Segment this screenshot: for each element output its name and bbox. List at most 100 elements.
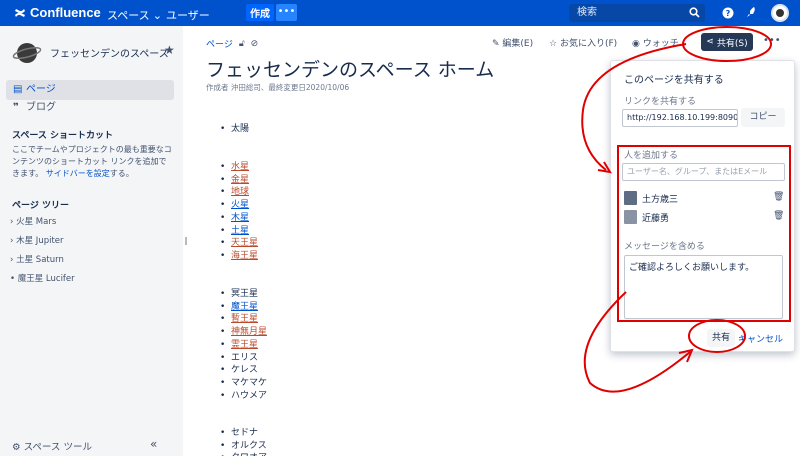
chevron-right-icon[interactable]: › <box>10 217 13 227</box>
favorite-button[interactable]: ☆ お気に入り(F) <box>549 36 617 49</box>
page-link[interactable]: 神無月星 <box>231 327 267 337</box>
chevron-right-icon[interactable]: › <box>10 255 13 265</box>
tree-item-label: 火星 Mars <box>16 217 57 227</box>
message-textarea[interactable]: ご確認よろしくお願いします。 <box>624 255 783 319</box>
spaces-menu[interactable]: スペース ⌄ <box>107 7 162 23</box>
share-link-field[interactable]: http://192.168.10.199:8090 <box>622 109 738 127</box>
page-link[interactable]: 霊王星 <box>231 340 258 350</box>
list-item: オルクス <box>220 440 267 453</box>
list-item[interactable]: 霊王星 <box>220 339 267 352</box>
sidebar-item-pages[interactable]: ▤ ページ <box>6 80 174 100</box>
svg-text:?: ? <box>726 9 731 18</box>
create-button[interactable]: 作成 <box>246 4 274 21</box>
planet-list-2: 水星金星地球火星木星土星天王星海王星 <box>220 161 258 263</box>
list-item: セドナ <box>220 427 267 440</box>
trash-icon[interactable]: 🗑︎ <box>773 211 784 221</box>
share-button[interactable]: ⋖ 共有(S) <box>701 33 753 51</box>
list-item[interactable]: 火星 <box>220 199 258 212</box>
copy-button[interactable]: コピー <box>741 108 785 127</box>
list-item[interactable]: 土星 <box>220 225 258 238</box>
page-link[interactable]: 土星 <box>231 226 249 236</box>
planet-list-1: 太陽 <box>220 123 249 136</box>
page-link[interactable]: 地球 <box>231 187 249 197</box>
list-item-text: セドナ <box>231 428 259 438</box>
help-icon[interactable]: ? <box>720 5 736 21</box>
list-item-text: ケレス <box>231 365 258 376</box>
list-item-text: オルクス <box>231 440 267 451</box>
page-link[interactable]: 暫王星 <box>231 314 258 324</box>
list-item[interactable]: 天王星 <box>220 237 258 250</box>
page-link[interactable]: 木星 <box>231 213 249 223</box>
space-tools-label: スペース ツール <box>23 442 92 453</box>
list-item[interactable]: 水星 <box>220 161 258 174</box>
avatar <box>624 191 637 205</box>
collapse-sidebar-icon[interactable]: « <box>150 437 157 451</box>
chevron-right-icon[interactable]: › <box>10 236 13 246</box>
cancel-button[interactable]: キャンセル <box>738 332 783 345</box>
message-label: メッセージを含める <box>624 242 705 252</box>
list-item: ハウメア <box>220 390 267 403</box>
create-more-button[interactable]: ••• <box>276 4 297 21</box>
list-item[interactable]: 暫王星 <box>220 313 267 326</box>
attachment-icon[interactable]: ⊘ <box>251 39 259 49</box>
top-navigation-bar: Confluence スペース ⌄ ユーザー 作成 ••• 検索 ? <box>0 0 800 26</box>
list-item[interactable]: 海王星 <box>220 250 258 263</box>
confluence-logo[interactable]: Confluence <box>14 5 101 20</box>
page-link[interactable]: 金星 <box>231 175 249 185</box>
tree-item-jupiter[interactable]: › 木星 Jupiter <box>10 234 64 246</box>
sidebar-item-label: ページ <box>26 84 56 95</box>
search-input[interactable]: 検索 <box>569 4 705 22</box>
tree-item-saturn[interactable]: › 土星 Saturn <box>10 253 64 265</box>
pencil-icon: ✎ <box>492 39 500 49</box>
page-link[interactable]: 水星 <box>231 162 249 172</box>
list-item[interactable]: 魔王星 <box>220 301 267 314</box>
star-icon[interactable]: ★ <box>164 43 175 57</box>
page-link[interactable]: 海王星 <box>231 251 258 261</box>
trash-icon[interactable]: 🗑︎ <box>773 192 784 202</box>
people-link[interactable]: ユーザー <box>166 7 210 23</box>
unlock-icon[interactable]: 🔓︎ <box>239 39 245 49</box>
tree-item-mars[interactable]: › 火星 Mars <box>10 215 56 227</box>
list-item[interactable]: 神無月星 <box>220 326 267 339</box>
watch-button[interactable]: ◉ ウォッチ <box>632 36 679 49</box>
add-people-input[interactable]: ユーザー名、グループ、またはEメール <box>622 163 785 181</box>
list-item[interactable]: 金星 <box>220 174 258 187</box>
spaces-menu-label: スペース <box>107 10 150 22</box>
quote-icon: ❞ <box>13 102 19 113</box>
edit-button[interactable]: ✎ 編集(E) <box>492 36 533 49</box>
list-item: 太陽 <box>220 123 249 136</box>
page-title: フェッセンデンのスペース ホーム <box>206 59 495 81</box>
rocket-notifications-icon[interactable] <box>743 5 759 21</box>
share-submit-button[interactable]: 共有 <box>707 329 735 347</box>
person-name: 土方歳三 <box>642 194 679 205</box>
space-logo-icon[interactable] <box>12 38 42 68</box>
app-name: Confluence <box>30 5 101 20</box>
sidebar-resize-handle[interactable]: ‖ <box>184 236 188 245</box>
configure-sidebar-link[interactable]: サイドバーを設定 <box>46 169 110 178</box>
more-actions-button[interactable]: ••• <box>763 35 781 46</box>
confluence-logo-icon <box>15 8 25 17</box>
sidebar-item-blog[interactable]: ❞ ブログ <box>6 98 174 118</box>
shared-person: 土方歳三 <box>624 191 678 205</box>
breadcrumb-pages-link[interactable]: ページ <box>206 37 233 50</box>
tree-item-label: 魔王星 Lucifer <box>17 274 75 284</box>
bullet-icon: • <box>10 274 16 284</box>
page-byline: 作成者 沖田総司、最終変更日2020/10/06 <box>206 83 350 92</box>
list-item-text: 冥王星 <box>231 289 259 299</box>
list-item[interactable]: 木星 <box>220 212 258 225</box>
page-link[interactable]: 火星 <box>231 200 249 210</box>
page-link[interactable]: 魔王星 <box>231 302 258 312</box>
space-name[interactable]: フェッセンデンのスペース <box>50 45 169 60</box>
shared-person: 近藤勇 <box>624 210 669 224</box>
tree-item-label: 木星 Jupiter <box>16 236 64 246</box>
favorite-label: お気に入り(F) <box>559 39 618 49</box>
page-link[interactable]: 天王星 <box>231 238 258 248</box>
shortcuts-tail: する。 <box>109 169 134 178</box>
page-tree-heading: ページ ツリー <box>12 201 69 211</box>
tree-item-lucifer[interactable]: • 魔王星 Lucifer <box>10 272 75 284</box>
avatar <box>624 210 637 224</box>
list-item[interactable]: 地球 <box>220 186 258 199</box>
planet-list-3: 冥王星魔王星暫王星神無月星霊王星エリスケレスマケマケハウメア <box>220 288 267 402</box>
space-tools-button[interactable]: ⚙ スペース ツール <box>12 439 92 453</box>
user-avatar[interactable] <box>771 4 789 22</box>
